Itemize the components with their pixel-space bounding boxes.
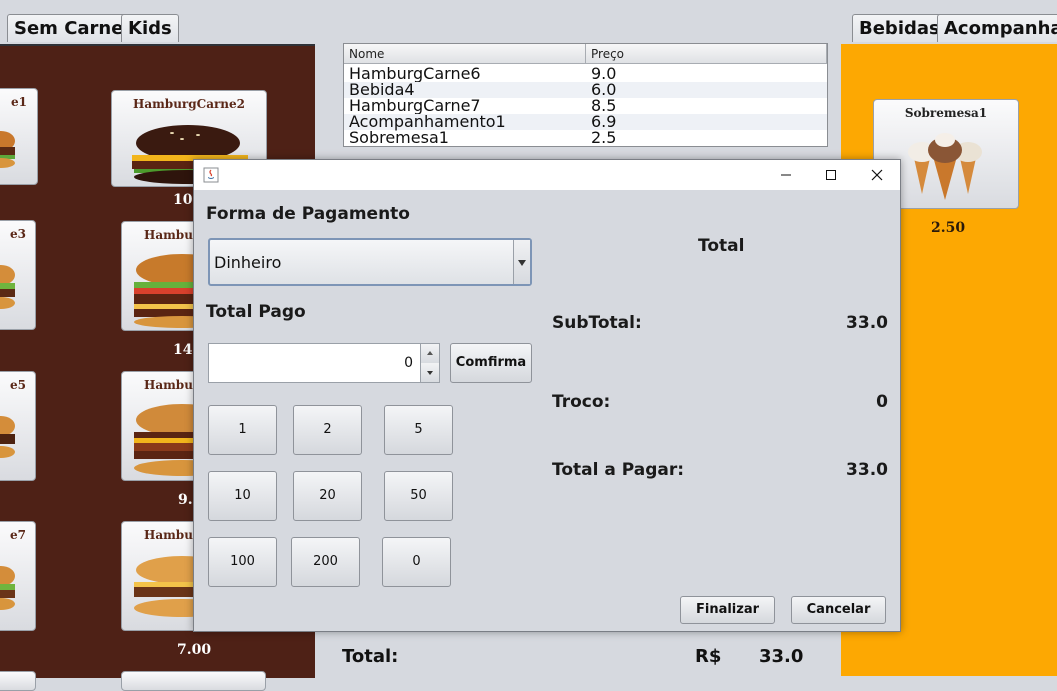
amount-button-50[interactable]: 50 <box>384 471 453 521</box>
product-price: 7.00 <box>177 642 212 658</box>
burger-image <box>0 566 15 610</box>
minimize-button[interactable] <box>763 160 809 190</box>
java-icon <box>203 167 219 183</box>
product-name: Sobremesa1 <box>904 106 988 120</box>
arrow-down-icon <box>427 371 433 375</box>
cell-name: Sobremesa1 <box>349 128 449 147</box>
amount-button-20[interactable]: 20 <box>293 471 362 521</box>
amount-button-10[interactable]: 10 <box>208 471 277 521</box>
arrow-up-icon <box>427 351 433 355</box>
order-table[interactable]: Nome Preço HamburgCarne6 9.0 Bebida4 6.0 H… <box>343 43 828 147</box>
column-header-nome[interactable]: Nome <box>344 44 586 64</box>
tab-sem-carne[interactable]: Sem Carne <box>7 14 131 42</box>
product-name: e5 <box>10 378 26 392</box>
payment-method-value: Dinheiro <box>214 253 282 272</box>
burger-image <box>0 416 15 458</box>
payment-dialog: Forma de Pagamento Dinheiro Total Pago 0… <box>193 159 901 632</box>
payment-method-label: Forma de Pagamento <box>206 204 410 224</box>
product-name: e1 <box>11 95 27 109</box>
minimize-icon <box>781 174 791 176</box>
spinner-down-button[interactable] <box>420 363 439 382</box>
amount-button-0[interactable]: 0 <box>382 537 451 587</box>
dialog-titlebar[interactable] <box>194 160 900 190</box>
cell-price: 2.5 <box>591 128 617 147</box>
amount-button-100[interactable]: 100 <box>208 537 277 587</box>
order-total-value: 33.0 <box>759 646 804 667</box>
order-total-label: Total: <box>342 646 399 667</box>
amount-button-1[interactable]: 1 <box>208 405 277 455</box>
product-name: e3 <box>10 227 26 241</box>
product-card[interactable]: e1 <box>0 88 38 185</box>
product-card[interactable]: e5 <box>0 371 36 481</box>
chevron-down-icon <box>518 260 526 266</box>
amount-button-2[interactable]: 2 <box>293 405 362 455</box>
product-name: e7 <box>10 528 26 542</box>
product-name: HamburgCarne2 <box>133 97 245 111</box>
column-header-preco[interactable]: Preço <box>586 44 827 64</box>
burger-image <box>0 265 15 309</box>
change-label: Troco: <box>552 392 611 412</box>
maximize-button[interactable] <box>808 160 854 190</box>
table-row[interactable]: HamburgCarne6 9.0 <box>344 66 827 82</box>
total-due-value: 33.0 <box>846 460 888 480</box>
table-row[interactable]: Sobremesa1 2.5 <box>344 130 827 146</box>
close-icon <box>871 169 883 181</box>
product-price: 2.50 <box>931 220 966 236</box>
change-value: 0 <box>876 392 888 412</box>
tab-acompanhamentos[interactable]: Acompanhar <box>937 14 1057 42</box>
subtotal-label: SubTotal: <box>552 313 642 333</box>
amount-button-5[interactable]: 5 <box>384 405 453 455</box>
burger-image <box>0 131 15 168</box>
amount-button-200[interactable]: 200 <box>291 537 360 587</box>
maximize-icon <box>826 170 836 180</box>
total-paid-value: 0 <box>404 355 413 371</box>
product-card[interactable] <box>121 671 266 691</box>
spinner-up-button[interactable] <box>420 344 439 364</box>
payment-method-select[interactable]: Dinheiro <box>208 238 532 286</box>
confirm-button[interactable]: Comfirma <box>450 343 532 383</box>
close-button[interactable] <box>854 160 900 190</box>
product-card[interactable]: e3 <box>0 220 36 330</box>
subtotal-value: 33.0 <box>846 313 888 333</box>
order-total-currency: R$ <box>695 646 722 667</box>
summary-title: Total <box>698 236 745 256</box>
total-due-label: Total a Pagar: <box>552 460 685 480</box>
product-card[interactable] <box>0 671 36 691</box>
finish-button[interactable]: Finalizar <box>680 596 775 624</box>
tab-kids[interactable]: Kids <box>121 14 179 42</box>
cancel-button[interactable]: Cancelar <box>791 596 886 624</box>
tab-bebidas[interactable]: Bebidas <box>852 14 947 42</box>
product-card[interactable]: e7 <box>0 521 36 631</box>
dropdown-button[interactable] <box>513 240 530 284</box>
total-paid-spinner[interactable]: 0 <box>208 343 440 383</box>
ice-cream-image <box>908 133 982 200</box>
total-paid-label: Total Pago <box>206 302 306 322</box>
